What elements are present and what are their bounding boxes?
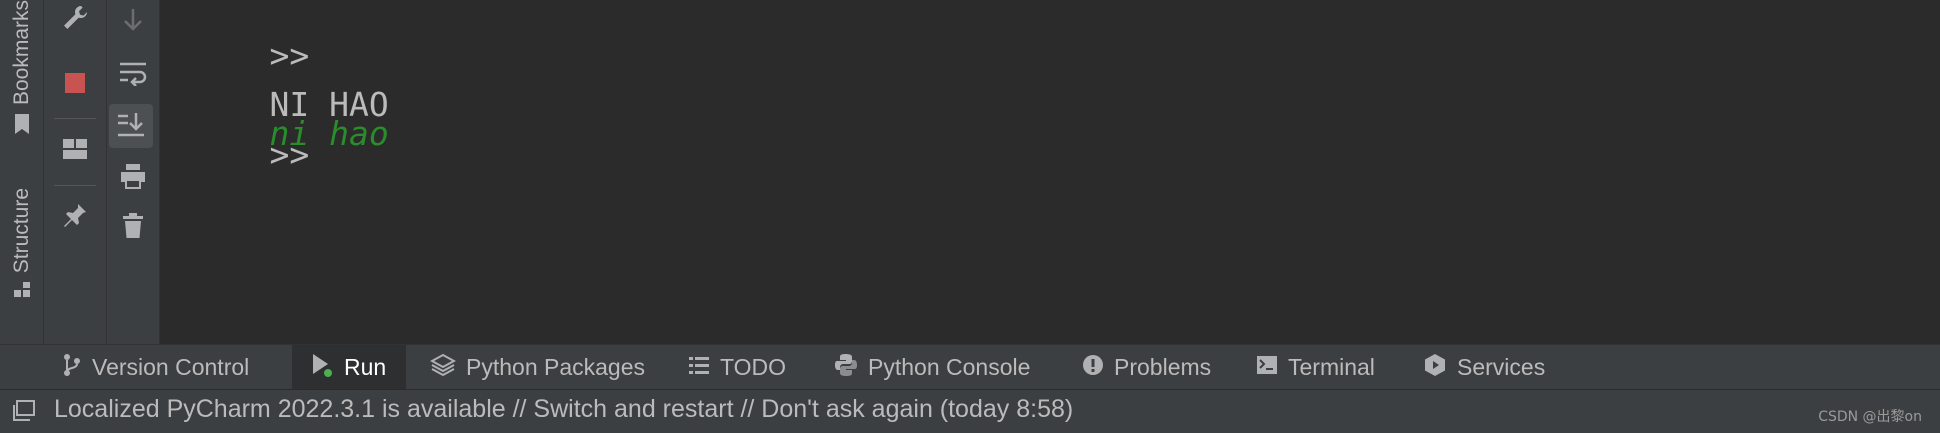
terminal-icon bbox=[1256, 354, 1288, 381]
tab-run[interactable]: Run bbox=[292, 345, 407, 390]
layout-icon bbox=[62, 138, 88, 164]
tab-problems[interactable]: Problems bbox=[1082, 345, 1211, 390]
tab-label: Version Control bbox=[92, 354, 250, 380]
bookmarks-label: Bookmarks bbox=[10, 0, 33, 106]
printer-icon bbox=[119, 162, 147, 194]
tool-window-bar: Version Control Run Python Packages TODO… bbox=[0, 344, 1940, 390]
tab-python-packages[interactable]: Python Packages bbox=[429, 345, 646, 390]
run-toolbar-primary bbox=[44, 0, 107, 344]
layout-button[interactable] bbox=[57, 133, 93, 169]
toolbar-separator bbox=[54, 185, 96, 186]
toolbar-separator bbox=[54, 118, 96, 119]
structure-icon bbox=[13, 281, 31, 303]
down-button[interactable] bbox=[115, 4, 151, 40]
tab-version-control[interactable]: Version Control bbox=[62, 345, 249, 390]
python-icon bbox=[834, 353, 868, 383]
list-icon bbox=[688, 354, 720, 381]
update-notification[interactable]: Localized PyCharm 2022.3.1 is available … bbox=[54, 395, 1073, 424]
pin-tab-button[interactable] bbox=[57, 199, 93, 235]
arrow-down-icon bbox=[122, 7, 144, 37]
wrench-icon bbox=[61, 4, 89, 36]
scroll-to-end-icon bbox=[116, 111, 146, 141]
console-line: >> bbox=[190, 96, 309, 213]
bookmarks-tab[interactable]: Bookmarks bbox=[6, 0, 38, 139]
clear-button[interactable] bbox=[115, 210, 151, 246]
status-bar: Localized PyCharm 2022.3.1 is available … bbox=[0, 389, 1940, 433]
tab-label: Run bbox=[344, 354, 387, 380]
stop-icon bbox=[64, 72, 86, 98]
soft-wrap-button[interactable] bbox=[115, 57, 151, 93]
tab-label: TODO bbox=[720, 354, 787, 380]
layers-icon bbox=[429, 353, 466, 383]
branch-icon bbox=[62, 353, 92, 383]
tab-python-console[interactable]: Python Console bbox=[834, 345, 1030, 390]
tab-label: Python Console bbox=[868, 354, 1031, 380]
structure-label: Structure bbox=[10, 188, 33, 274]
watermark: CSDN @出黎on bbox=[1818, 409, 1922, 425]
stop-button[interactable] bbox=[57, 67, 93, 103]
scroll-to-end-button[interactable] bbox=[109, 104, 153, 148]
warning-icon bbox=[1082, 354, 1114, 382]
services-icon bbox=[1423, 353, 1457, 383]
console-output[interactable]: >> ni hao NI HAO >> bbox=[160, 0, 1940, 344]
run-icon bbox=[310, 352, 344, 384]
run-toolbar-secondary bbox=[107, 0, 160, 344]
settings-button[interactable] bbox=[57, 2, 93, 38]
structure-tab[interactable]: Structure bbox=[6, 188, 38, 303]
tab-services[interactable]: Services bbox=[1423, 345, 1545, 390]
trash-icon bbox=[121, 212, 145, 244]
left-tool-strip: Bookmarks Structure bbox=[0, 0, 44, 344]
tab-label: Services bbox=[1457, 354, 1546, 380]
panel-toggle-icon[interactable] bbox=[12, 400, 36, 426]
bookmark-icon bbox=[13, 113, 31, 139]
console-prompt: >> bbox=[269, 135, 310, 174]
tab-label: Terminal bbox=[1288, 354, 1375, 380]
tab-label: Problems bbox=[1114, 354, 1212, 380]
print-button[interactable] bbox=[115, 160, 151, 196]
soft-wrap-icon bbox=[118, 60, 148, 90]
pin-icon bbox=[62, 202, 88, 232]
tab-label: Python Packages bbox=[466, 354, 646, 380]
tab-todo[interactable]: TODO bbox=[688, 345, 786, 390]
tab-terminal[interactable]: Terminal bbox=[1256, 345, 1375, 390]
